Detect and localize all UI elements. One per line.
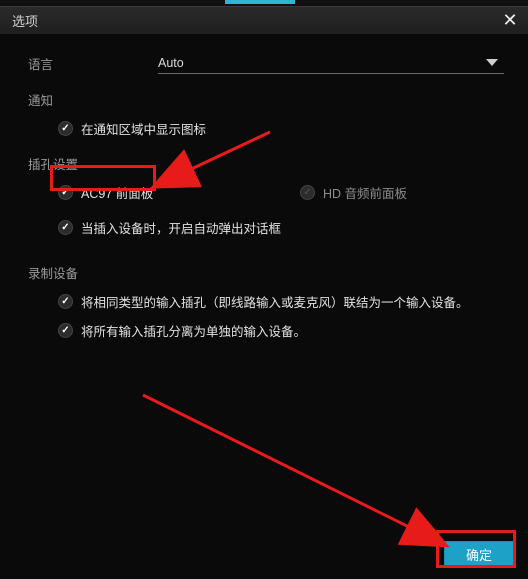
record-tie-row: 将相同类型的输入插孔（即线路输入或麦克风）联结为一个输入设备。 (58, 292, 504, 311)
language-dropdown[interactable]: Auto (158, 52, 504, 74)
jack-popup-label: 当插入设备时，开启自动弹出对话框 (81, 218, 281, 237)
record-split-label: 将所有输入插孔分离为单独的输入设备。 (81, 321, 306, 340)
section-jack: 插孔设置 (28, 154, 504, 173)
active-tab-indicator (225, 0, 295, 4)
close-button[interactable]: ✕ (500, 11, 520, 31)
ac97-checkbox[interactable] (58, 185, 73, 200)
jack-options-row: AC97 前面板 HD 音频前面板 (58, 183, 504, 202)
ac97-label: AC97 前面板 (81, 183, 153, 202)
notify-tray-row: 在通知区域中显示图标 (58, 119, 504, 138)
notify-tray-checkbox[interactable] (58, 121, 73, 136)
record-split-checkbox[interactable] (58, 323, 73, 338)
chevron-down-icon (486, 59, 498, 66)
ok-button-label: 确定 (466, 545, 492, 564)
record-tie-label: 将相同类型的输入插孔（即线路输入或麦克风）联结为一个输入设备。 (81, 292, 469, 311)
section-record: 录制设备 (28, 263, 504, 282)
options-panel: 语言 Auto 通知 在通知区域中显示图标 插孔设置 AC97 前面板 HD 音… (0, 34, 528, 360)
record-tie-checkbox[interactable] (58, 294, 73, 309)
language-row: 语言 Auto (28, 52, 504, 74)
ok-button[interactable]: 确定 (444, 541, 514, 567)
notify-tray-label: 在通知区域中显示图标 (81, 119, 206, 138)
window-title: 选项 (12, 11, 38, 30)
titlebar: 选项 ✕ (0, 6, 528, 34)
language-label: 语言 (28, 54, 158, 73)
hd-audio-label: HD 音频前面板 (323, 183, 407, 202)
section-notify: 通知 (28, 90, 504, 109)
jack-popup-row: 当插入设备时，开启自动弹出对话框 (58, 218, 504, 237)
hd-audio-checkbox[interactable] (300, 185, 315, 200)
record-split-row: 将所有输入插孔分离为单独的输入设备。 (58, 321, 504, 340)
jack-popup-checkbox[interactable] (58, 220, 73, 235)
language-value: Auto (158, 56, 184, 70)
